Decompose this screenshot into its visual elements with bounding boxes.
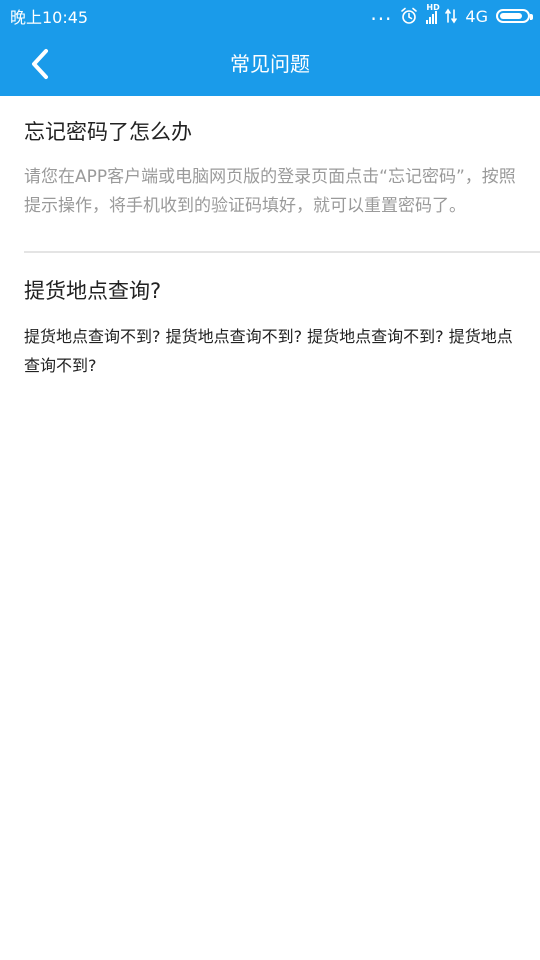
back-button[interactable]	[20, 44, 60, 84]
faq-item[interactable]: 忘记密码了怎么办 请您在APP客户端或电脑网页版的登录页面点击“忘记密码”，按照…	[24, 96, 540, 251]
more-dots-icon: ...	[370, 1, 393, 25]
status-right: ... HD 4G	[370, 3, 533, 26]
chevron-left-icon	[32, 49, 48, 79]
hd-signal-icon: HD	[426, 4, 440, 24]
status-time: 晚上10:45	[10, 8, 89, 27]
alarm-clock-icon	[400, 7, 418, 25]
faq-question: 提货地点查询?	[24, 279, 162, 304]
hd-tag: HD	[426, 3, 440, 12]
faq-answer: 请您在APP客户端或电脑网页版的登录页面点击“忘记密码”，按照提示操作，将手机收…	[24, 167, 516, 217]
battery-fill	[500, 13, 523, 19]
title-bar: 常见问题	[0, 32, 540, 96]
status-bar: 晚上10:45 ... HD 4G	[0, 0, 540, 32]
data-transfer-icon	[445, 8, 458, 24]
faq-item[interactable]: 提货地点查询? 提货地点查询不到? 提货地点查询不到? 提货地点查询不到? 提货…	[24, 253, 540, 380]
app-screen: 晚上10:45 ... HD 4G 常见问题 忘记密码了怎么办 请您在APP客户…	[0, 0, 540, 960]
battery-icon	[496, 9, 533, 23]
status-left: 晚上10:45	[10, 4, 88, 28]
page-title: 常见问题	[230, 52, 310, 76]
faq-question: 忘记密码了怎么办	[24, 120, 192, 144]
faq-answer: 提货地点查询不到? 提货地点查询不到? 提货地点查询不到? 提货地点查询不到?	[24, 327, 513, 376]
faq-list: 忘记密码了怎么办 请您在APP客户端或电脑网页版的登录页面点击“忘记密码”，按照…	[0, 96, 540, 380]
network-type-label: 4G	[465, 6, 488, 26]
